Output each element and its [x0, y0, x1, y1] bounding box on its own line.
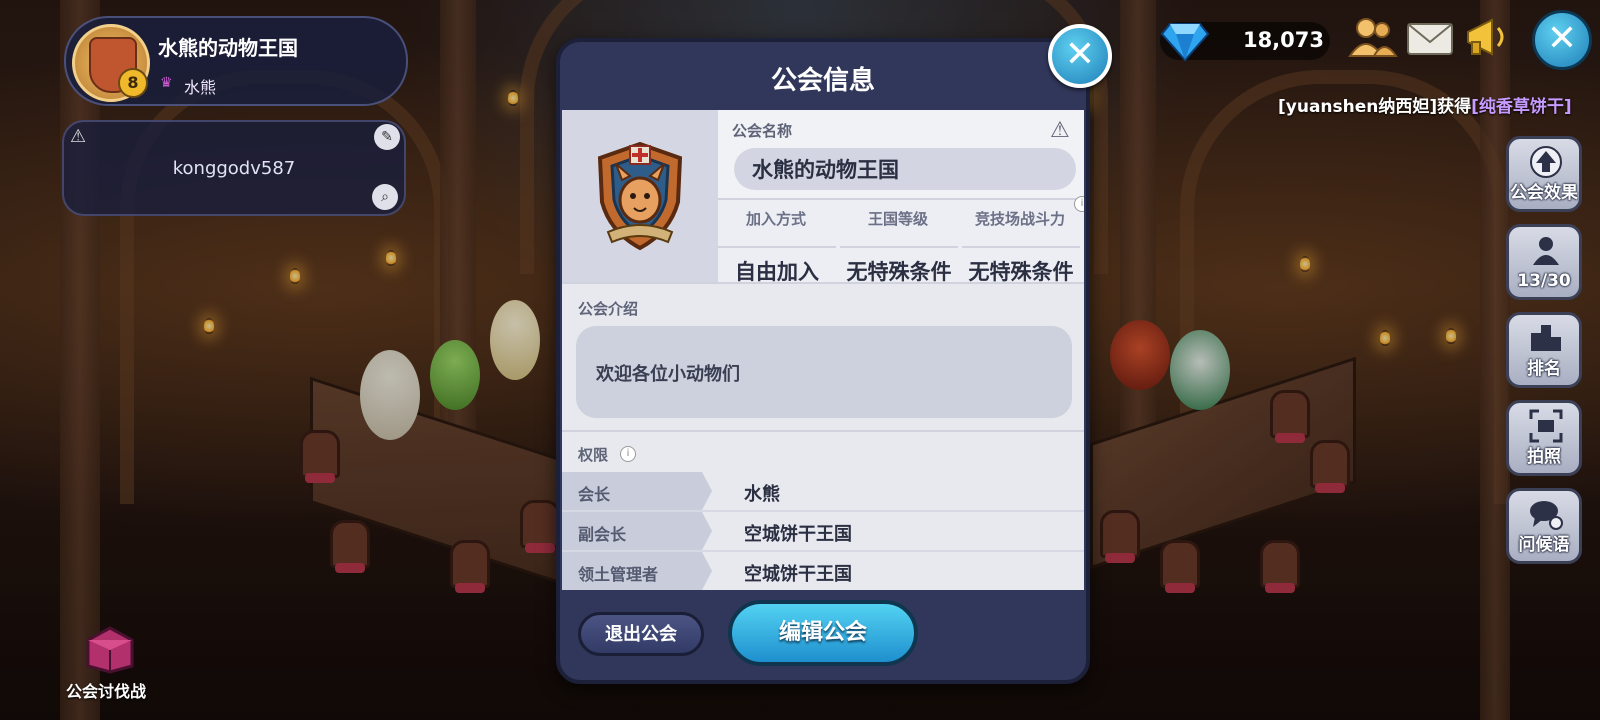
guild-raid-label[interactable]: 公会讨伐战	[66, 678, 146, 702]
modal-close-icon[interactable]: ✕	[1048, 24, 1112, 88]
permissions-label: 权限	[578, 446, 609, 464]
close-icon[interactable]: ✕	[1532, 10, 1592, 70]
join-method-value: 自由加入	[718, 246, 836, 286]
permission-row: 会长 水熊	[562, 472, 1084, 512]
role-holder-name: 水熊	[744, 484, 780, 505]
info-icon[interactable]: i	[620, 446, 636, 462]
guild-effect-button[interactable]: 公会效果	[1506, 136, 1582, 212]
guild-effect-icon	[1529, 145, 1563, 179]
search-icon[interactable]: ⌕	[372, 184, 398, 210]
join-method-header: 加入方式	[745, 210, 806, 228]
member-icon	[1529, 233, 1563, 267]
member-count-label: 13/30	[1517, 271, 1571, 291]
guild-requirements: 加入方式 王国等级 竞技场战斗力 自由加入 无特殊条件 无特殊条件	[718, 200, 1084, 284]
guild-summary-card[interactable]: 8 水熊的动物王国 ♛ 水熊	[64, 16, 408, 106]
guild-notice-card: ⚠ konggodv587 ✎ ⌕	[62, 120, 406, 216]
quit-guild-button[interactable]: 退出公会	[578, 612, 704, 656]
guild-raid-icon[interactable]	[80, 622, 140, 674]
edit-pencil-icon[interactable]: ✎	[374, 124, 400, 150]
guild-intro-label: 公会介绍	[578, 300, 639, 318]
role-holder-name: 空城饼干王国	[744, 564, 852, 585]
kingdom-level-header: 王国等级	[867, 210, 928, 228]
megaphone-icon[interactable]	[1462, 12, 1514, 64]
ranking-button[interactable]: 排名	[1506, 312, 1582, 388]
arena-power-header: 竞技场战斗力	[974, 210, 1065, 228]
permission-row: 领土管理者 空城饼干王国	[562, 552, 1084, 590]
role-label: 会长	[578, 485, 611, 504]
role-label: 副会长	[578, 525, 627, 544]
photo-label: 拍照	[1527, 447, 1561, 467]
permission-row: 副会长 空城饼干王国	[562, 512, 1084, 552]
gem-amount: 18,073	[1242, 28, 1324, 52]
guild-emblem-area	[562, 110, 718, 282]
guild-info-modal: 公会信息 公会名称 ⚠ 水熊的动物王国 加入方式 王国等级 竞技场战斗力 自由加…	[556, 38, 1090, 684]
guild-intro-box: 欢迎各位小动物们	[576, 326, 1072, 418]
permissions-section: 权限 i 会长 水熊 副会长 空城饼干王国 领土管理者 空城饼干王国	[562, 430, 1084, 590]
guild-name-label: 公会名称	[732, 122, 793, 140]
role-holder-name: 空城饼干王国	[744, 524, 852, 545]
ticker-player: [yuanshen纳西妲]获得	[1278, 97, 1472, 117]
modal-title: 公会信息	[770, 66, 875, 96]
warning-icon[interactable]: ⚠	[70, 126, 86, 147]
ranking-label: 排名	[1527, 359, 1561, 379]
ticker-item: [纯香草饼干]	[1471, 97, 1572, 117]
modal-body: 公会名称 ⚠ 加入方式 王国等级 竞技场战斗力 自由加入 无特殊条件 无特殊条件…	[562, 110, 1084, 590]
edit-guild-button[interactable]: 编辑公会	[728, 600, 918, 666]
friends-icon[interactable]	[1346, 12, 1398, 64]
guild-name: 水熊的动物王国	[158, 36, 298, 60]
guild-name-field[interactable]	[734, 148, 1076, 190]
warning-icon[interactable]: ⚠	[1050, 118, 1070, 143]
guild-intro-section: 公会介绍 欢迎各位小动物们	[562, 282, 1084, 432]
guild-leader-name: 水熊	[184, 78, 217, 97]
kingdom-level-value: 无特殊条件	[840, 246, 958, 286]
arena-power-value: 无特殊条件	[962, 246, 1080, 286]
guild-intro-text: 欢迎各位小动物们	[596, 364, 740, 385]
crown-icon: ♛	[160, 75, 173, 91]
guild-emblem-icon	[590, 140, 690, 252]
info-icon[interactable]: i	[1074, 196, 1084, 212]
members-button[interactable]: 13/30	[1506, 224, 1582, 300]
role-label: 领土管理者	[578, 565, 659, 584]
mail-icon[interactable]	[1404, 12, 1456, 64]
guild-level-badge: 8	[118, 68, 148, 98]
ranking-icon	[1529, 321, 1563, 355]
greeting-button[interactable]: 问候语	[1506, 488, 1582, 564]
photo-button[interactable]: 拍照	[1506, 400, 1582, 476]
greeting-icon	[1529, 497, 1563, 531]
guild-notice-text: konggodv587	[172, 158, 296, 179]
reward-ticker: [yuanshen纳西妲]获得[纯香草饼干]	[1278, 92, 1572, 117]
guild-effect-label: 公会效果	[1510, 183, 1578, 203]
camera-icon	[1529, 409, 1563, 443]
crystal-gem-icon	[1160, 16, 1210, 62]
greeting-label: 问候语	[1518, 535, 1570, 555]
